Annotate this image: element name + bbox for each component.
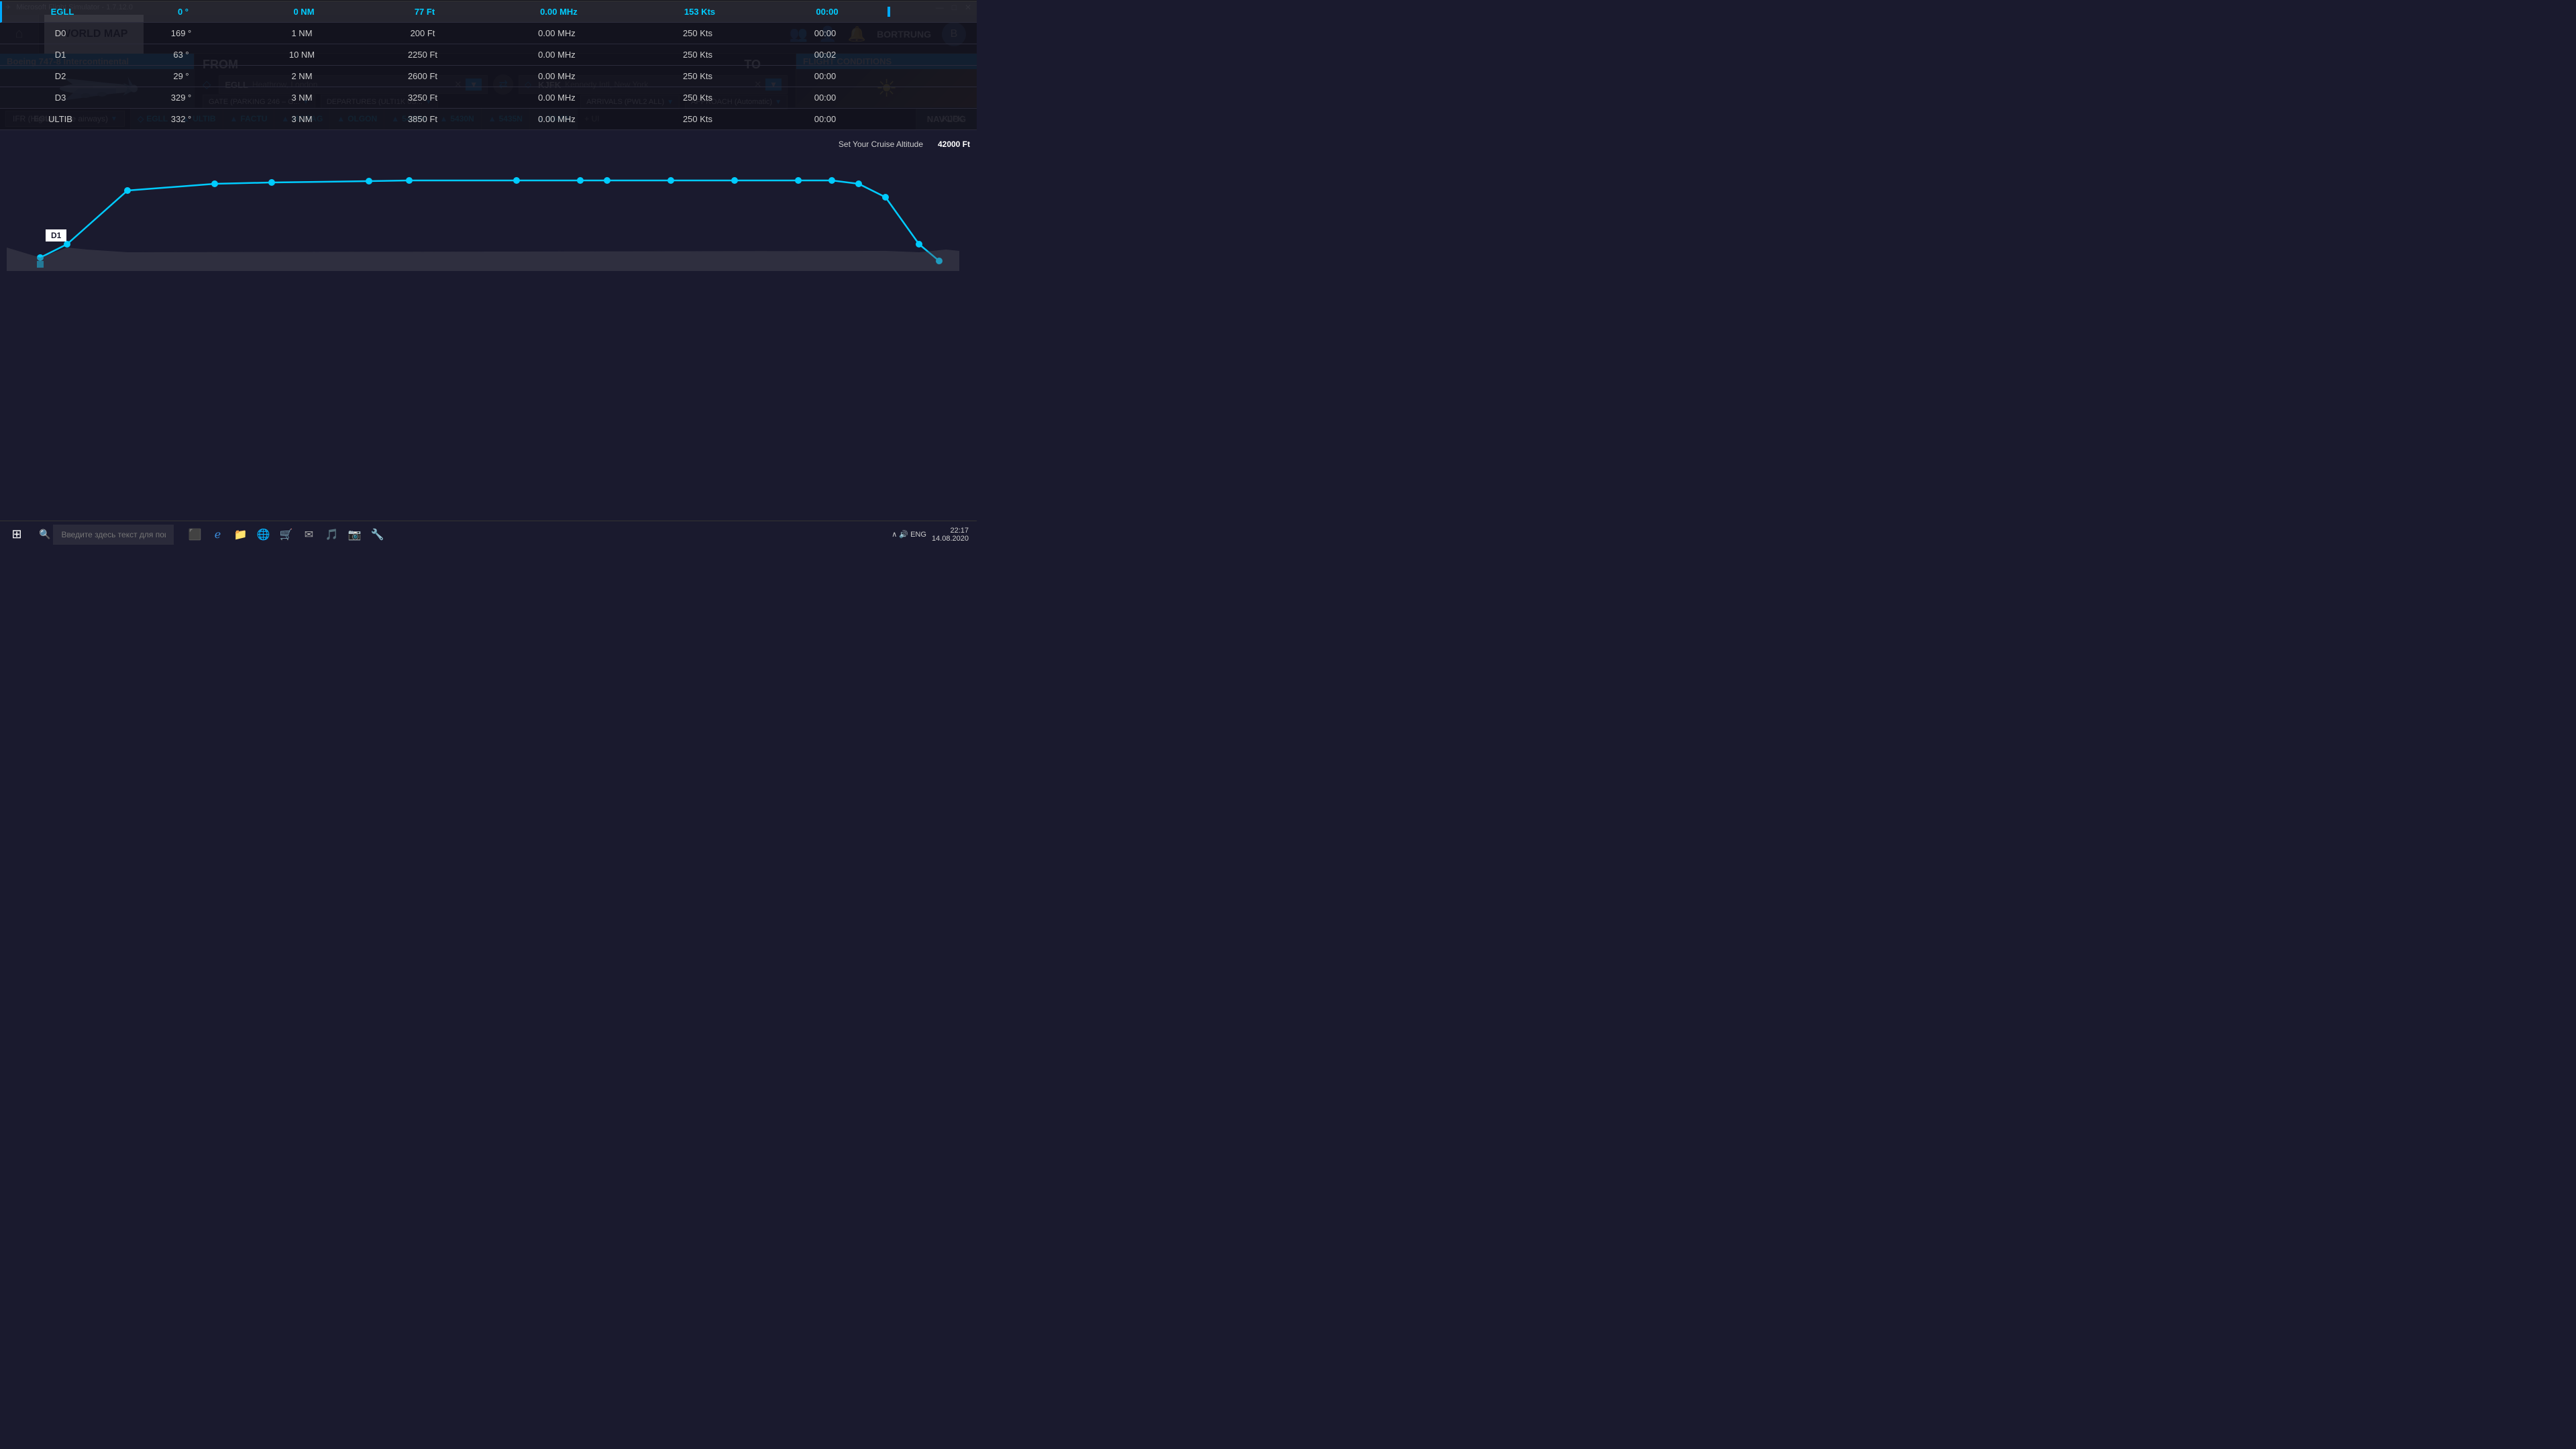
td-altitude: 77 Ft: [364, 7, 485, 17]
td-heading: 29 °: [121, 71, 241, 81]
td-distance: 10 NM: [241, 50, 362, 60]
td-ete: 00:00: [765, 114, 885, 124]
td-ete: 00:00: [765, 93, 885, 103]
table-row[interactable]: EGLL 0 ° 0 NM 77 Ft 0.00 MHz 153 Kts 00:…: [0, 1, 977, 23]
row-selection-indicator: [885, 71, 899, 81]
taskbar-search-input[interactable]: [53, 525, 174, 545]
time-display: 22:17: [932, 527, 969, 535]
table-row[interactable]: D3 329 ° 3 NM 3250 Ft 0.00 MHz 250 Kts 0…: [0, 87, 977, 109]
start-button[interactable]: ⊞: [0, 521, 34, 548]
td-frequency: 0.00 MHz: [483, 93, 631, 103]
td-altitude: 2250 Ft: [362, 50, 483, 60]
waypoint-table: Waypoint Log Heading Distance Altitude F…: [0, 0, 977, 130]
system-tray: ∧ 🔊 ENG: [892, 530, 926, 539]
td-waypoint: EGLL: [2, 7, 123, 17]
row-selection-indicator: [885, 28, 899, 38]
date-display: 14.08.2020: [932, 535, 969, 543]
table-body: EGLL 0 ° 0 NM 77 Ft 0.00 MHz 153 Kts 00:…: [0, 1, 977, 130]
td-waypoint: D3: [0, 93, 121, 103]
app-icon-3[interactable]: 🔧: [367, 525, 387, 545]
td-altitude: 3850 Ft: [362, 114, 483, 124]
td-speed: 153 Kts: [633, 7, 767, 17]
taskbar: ⊞ 🔍 ⬛ ℯ 📁 🌐 🛒 ✉ 🎵 📷 🔧 ∧ 🔊 ENG 22:17 14.0…: [0, 521, 977, 547]
table-row[interactable]: D1 63 ° 10 NM 2250 Ft 0.00 MHz 250 Kts 0…: [0, 44, 977, 66]
td-speed: 250 Kts: [631, 114, 765, 124]
search-icon: 🔍: [39, 529, 50, 540]
table-row[interactable]: D0 169 ° 1 NM 200 Ft 0.00 MHz 250 Kts 00…: [0, 23, 977, 44]
d1-tooltip: D1: [46, 229, 66, 241]
td-frequency: 0.00 MHz: [483, 28, 631, 38]
clock: 22:17 14.08.2020: [932, 527, 969, 543]
td-ete: 00:00: [765, 28, 885, 38]
td-distance: 3 NM: [241, 114, 362, 124]
td-frequency: 0.00 MHz: [483, 114, 631, 124]
table-row[interactable]: ULTIB 332 ° 3 NM 3850 Ft 0.00 MHz 250 Kt…: [0, 109, 977, 130]
td-heading: 332 °: [121, 114, 241, 124]
app-icon-2[interactable]: 📷: [344, 525, 364, 545]
td-ete: 00:00: [765, 71, 885, 81]
altitude-chart: [7, 137, 959, 271]
taskview-icon[interactable]: ⬛: [184, 525, 205, 545]
row-selection-indicator: [885, 50, 899, 60]
td-frequency: 0.00 MHz: [483, 71, 631, 81]
td-waypoint: D2: [0, 71, 121, 81]
row-selection-indicator: [885, 93, 899, 103]
td-ete: 00:02: [765, 50, 885, 60]
edge-icon[interactable]: ℯ: [207, 525, 227, 545]
app-icon-1[interactable]: 🎵: [321, 525, 341, 545]
td-distance: 0 NM: [244, 7, 364, 17]
mail-icon[interactable]: ✉: [299, 525, 319, 545]
table-row[interactable]: D2 29 ° 2 NM 2600 Ft 0.00 MHz 250 Kts 00…: [0, 66, 977, 87]
td-distance: 2 NM: [241, 71, 362, 81]
td-altitude: 3250 Ft: [362, 93, 483, 103]
td-distance: 3 NM: [241, 93, 362, 103]
chrome-icon[interactable]: 🌐: [253, 525, 273, 545]
td-waypoint: ULTIB: [0, 114, 121, 124]
td-altitude: 2600 Ft: [362, 71, 483, 81]
taskbar-icons: ⬛ ℯ 📁 🌐 🛒 ✉ 🎵 📷 🔧: [179, 525, 392, 545]
td-heading: 0 °: [123, 7, 244, 17]
td-heading: 63 °: [121, 50, 241, 60]
td-speed: 250 Kts: [631, 50, 765, 60]
td-waypoint: D1: [0, 50, 121, 60]
td-ete: 00:00: [767, 7, 888, 17]
td-altitude: 200 Ft: [362, 28, 483, 38]
store-icon[interactable]: 🛒: [276, 525, 296, 545]
taskbar-right: ∧ 🔊 ENG 22:17 14.08.2020: [892, 527, 977, 543]
row-selection-indicator: [885, 114, 899, 124]
row-selection-indicator: [888, 7, 890, 17]
td-speed: 250 Kts: [631, 71, 765, 81]
td-frequency: 0.00 MHz: [483, 50, 631, 60]
td-speed: 250 Kts: [631, 93, 765, 103]
td-heading: 329 °: [121, 93, 241, 103]
td-speed: 250 Kts: [631, 28, 765, 38]
td-heading: 169 °: [121, 28, 241, 38]
td-distance: 1 NM: [241, 28, 362, 38]
taskbar-search-area: 🔍: [34, 525, 179, 545]
explorer-icon[interactable]: 📁: [230, 525, 250, 545]
td-waypoint: D0: [0, 28, 121, 38]
td-frequency: 0.00 MHz: [485, 7, 633, 17]
